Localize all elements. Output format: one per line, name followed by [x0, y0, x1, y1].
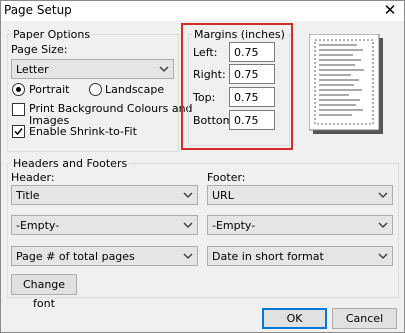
page-preview-icon: [309, 34, 383, 134]
cancel-button[interactable]: Cancel: [332, 308, 397, 329]
checkmark-icon: [14, 128, 23, 136]
header-select-3[interactable]: Page # of total pages: [11, 246, 198, 266]
shrink-to-fit-checkbox[interactable]: [12, 125, 25, 138]
footer-select-1[interactable]: URL: [207, 185, 393, 205]
chevron-down-icon: [183, 253, 193, 259]
ok-button[interactable]: OK: [262, 308, 327, 329]
portrait-radio[interactable]: [12, 83, 25, 96]
chevron-down-icon: [378, 222, 388, 228]
radio-selected-dot: [16, 87, 21, 92]
portrait-label[interactable]: Portrait: [29, 83, 69, 96]
margins-highlight-box: [181, 23, 293, 150]
header-select-1[interactable]: Title: [11, 185, 198, 205]
header-label: Header:: [11, 171, 55, 184]
window-title: Page Setup: [4, 3, 72, 17]
landscape-radio[interactable]: [89, 83, 102, 96]
chevron-down-icon: [183, 222, 193, 228]
shrink-to-fit-label[interactable]: Enable Shrink-to-Fit: [29, 125, 137, 138]
footer-select-3[interactable]: Date in short format: [207, 246, 393, 266]
footer-select-1-value: URL: [212, 189, 234, 202]
chevron-down-icon: [159, 66, 169, 72]
paper-options-legend: Paper Options: [11, 28, 93, 41]
header-select-2-value: -Empty-: [16, 219, 60, 232]
chevron-down-icon: [378, 192, 388, 198]
footer-label: Footer:: [207, 171, 246, 184]
header-select-3-value: Page # of total pages: [16, 250, 135, 263]
headers-footers-legend: Headers and Footers: [11, 157, 130, 170]
print-background-checkbox[interactable]: [12, 103, 25, 116]
landscape-label[interactable]: Landscape: [105, 83, 164, 96]
footer-select-3-value: Date in short format: [212, 250, 324, 263]
footer-select-2[interactable]: -Empty-: [207, 215, 393, 235]
page-size-label: Page Size:: [11, 43, 68, 56]
dialog-body: Paper Options Page Size: Letter Portrait…: [1, 22, 404, 332]
chevron-down-icon: [378, 253, 388, 259]
title-bar: Page Setup ✕: [0, 0, 405, 22]
change-font-button[interactable]: Change font: [11, 274, 77, 310]
page-size-select[interactable]: Letter: [11, 59, 174, 79]
header-select-2[interactable]: -Empty-: [11, 215, 198, 235]
close-icon[interactable]: ✕: [381, 1, 399, 19]
footer-select-2-value: -Empty-: [212, 219, 256, 232]
page-size-value: Letter: [16, 63, 49, 76]
header-select-1-value: Title: [16, 189, 40, 202]
chevron-down-icon: [183, 192, 193, 198]
